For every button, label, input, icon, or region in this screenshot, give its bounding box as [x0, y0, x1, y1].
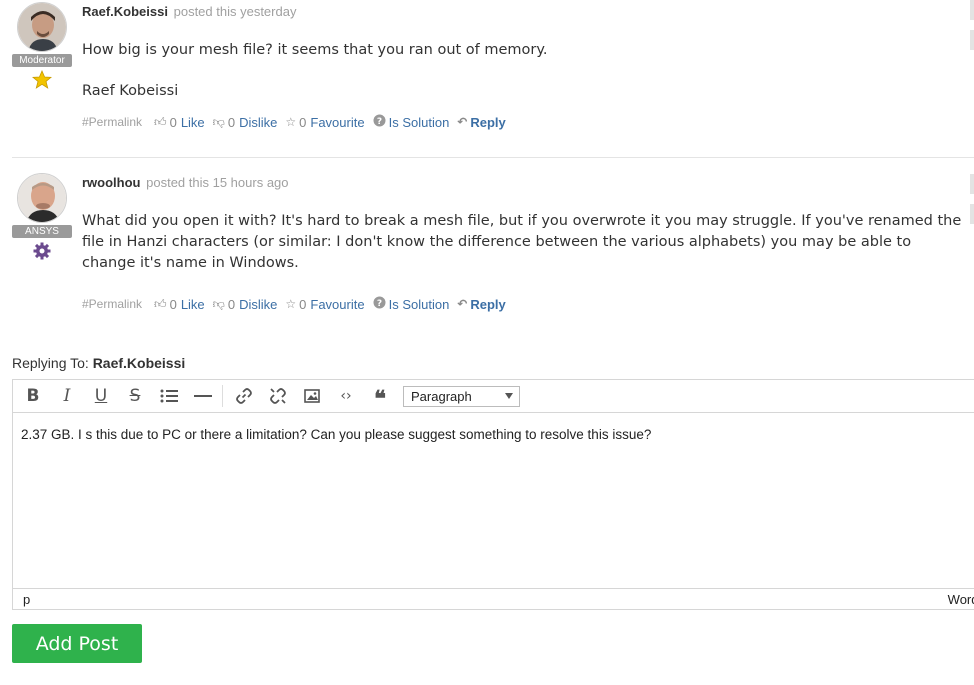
reply-button[interactable]: ↶ Reply [457, 115, 505, 130]
editor-content[interactable]: 2.37 GB. I s this due to PC or there a l… [13, 413, 974, 588]
blockquote-icon[interactable]: ❝ [369, 385, 391, 410]
dislike-label: Dislike [239, 296, 278, 312]
italic-icon[interactable]: I [56, 385, 78, 407]
add-post-button[interactable]: Add Post [12, 624, 142, 663]
bullet-list-icon[interactable] [158, 385, 180, 407]
is-solution-button[interactable]: ? Is Solution [373, 114, 450, 130]
word-count: Words [947, 591, 974, 607]
strikethrough-icon[interactable]: S [124, 385, 146, 407]
format-select-value: Paragraph [411, 388, 472, 404]
is-solution-label: Is Solution [388, 296, 450, 312]
like-label: Like [180, 114, 205, 130]
question-icon: ? [373, 114, 386, 130]
horizontal-rule-icon[interactable] [192, 385, 214, 407]
scroll-marker [970, 0, 974, 20]
chevron-down-icon [505, 393, 513, 399]
posted-time: posted this 15 hours ago [146, 175, 289, 190]
thumbs-up-icon: 👍︎ [154, 296, 167, 311]
gear-icon [12, 241, 72, 266]
role-badge: Moderator [12, 54, 72, 67]
author-name[interactable]: Raef.Kobeissi [82, 4, 168, 19]
dislike-count: 0 [227, 296, 236, 312]
post-paragraph: What did you open it with? It's hard to … [82, 213, 962, 271]
bold-icon[interactable]: B [22, 385, 44, 407]
reply-label: Reply [470, 114, 506, 130]
code-icon[interactable]: ‹› [335, 385, 357, 407]
scroll-marker [970, 30, 974, 50]
like-count: 0 [169, 114, 177, 130]
author-avatar-col: ANSYS [12, 173, 72, 266]
reply-editor: B I U S ‹› ❝ Paragraph 2.37 GB. I s this… [12, 379, 974, 610]
editor-text: 2.37 GB. I s this due to PC or there a l… [21, 427, 652, 442]
star-outline-icon: ☆ [285, 297, 297, 311]
posted-time: posted this yesterday [173, 4, 297, 19]
star-icon [12, 69, 72, 95]
favourite-label: Favourite [310, 296, 365, 312]
reply-arrow-icon: ↶ [457, 297, 468, 311]
favourite-button[interactable]: ☆ 0 Favourite [285, 115, 364, 130]
permalink-link[interactable]: #Permalink [82, 115, 142, 129]
format-select[interactable]: Paragraph [403, 385, 520, 407]
link-icon[interactable] [233, 385, 255, 407]
editor-statusbar: p Words [13, 588, 974, 609]
scroll-marker [970, 174, 974, 194]
unlink-icon[interactable] [267, 385, 289, 407]
image-icon[interactable] [301, 385, 323, 407]
replying-prefix: Replying To: [12, 355, 89, 371]
dislike-count: 0 [227, 114, 236, 130]
reply-label: Reply [470, 296, 506, 312]
post-divider [12, 157, 974, 158]
avatar[interactable] [17, 2, 67, 52]
thumbs-up-icon: 👍︎ [154, 114, 167, 129]
is-solution-button[interactable]: ? Is Solution [373, 296, 450, 312]
author-name[interactable]: rwoolhou [82, 175, 141, 190]
element-path[interactable]: p [23, 592, 30, 607]
avatar[interactable] [17, 173, 67, 223]
svg-text:?: ? [376, 117, 381, 127]
dislike-button[interactable]: 👎︎ 0 Dislike [213, 297, 278, 312]
reply-button[interactable]: ↶ Reply [457, 297, 505, 312]
author-avatar-col: Moderator [12, 2, 72, 95]
post-signature: Raef Kobeissi [82, 83, 179, 99]
like-count: 0 [169, 296, 177, 312]
favourite-count: 0 [299, 114, 307, 130]
post-actions: #Permalink 👍︎ 0 Like 👎︎ 0 Dislike ☆ 0 Fa… [82, 296, 514, 312]
replying-to: Replying To: Raef.Kobeissi [12, 355, 185, 371]
post-body: How big is your mesh file? it seems that… [82, 40, 962, 102]
editor-toolbar: B I U S ‹› ❝ Paragraph [13, 380, 974, 413]
dislike-button[interactable]: 👎︎ 0 Dislike [213, 115, 278, 130]
svg-text:?: ? [376, 299, 381, 309]
star-outline-icon: ☆ [285, 115, 297, 129]
post-body: What did you open it with? It's hard to … [82, 211, 962, 274]
post-actions: #Permalink 👍︎ 0 Like 👎︎ 0 Dislike ☆ 0 Fa… [82, 114, 514, 130]
post-paragraph: How big is your mesh file? it seems that… [82, 42, 548, 58]
author-line: Raef.Kobeissi posted this yesterday [82, 4, 296, 19]
role-badge: ANSYS [12, 225, 72, 238]
replying-target: Raef.Kobeissi [92, 355, 186, 371]
like-label: Like [180, 296, 205, 312]
like-button[interactable]: 👍︎ 0 Like [154, 297, 205, 312]
permalink-link[interactable]: #Permalink [82, 297, 142, 311]
toolbar-separator [222, 385, 223, 407]
favourite-button[interactable]: ☆ 0 Favourite [285, 297, 364, 312]
thumbs-down-icon: 👎︎ [212, 296, 225, 311]
author-line: rwoolhou posted this 15 hours ago [82, 175, 289, 190]
reply-arrow-icon: ↶ [457, 115, 468, 129]
favourite-label: Favourite [310, 114, 365, 130]
like-button[interactable]: 👍︎ 0 Like [154, 115, 205, 130]
thumbs-down-icon: 👎︎ [212, 114, 225, 129]
dislike-label: Dislike [239, 114, 278, 130]
question-icon: ? [373, 296, 386, 312]
is-solution-label: Is Solution [388, 114, 450, 130]
underline-icon[interactable]: U [90, 385, 112, 407]
scroll-marker [970, 204, 974, 224]
favourite-count: 0 [299, 296, 307, 312]
